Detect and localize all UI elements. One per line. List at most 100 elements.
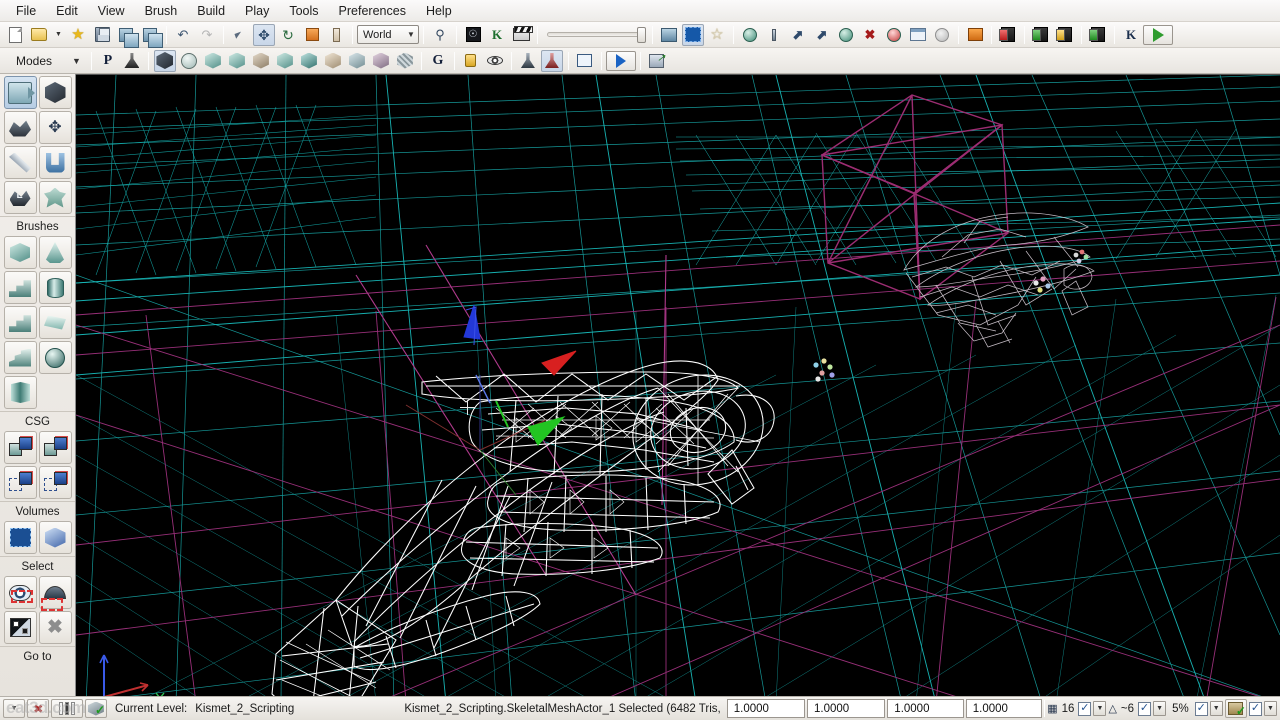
actor-pivot-icon[interactable] (517, 50, 539, 72)
open-recent-dropdown-icon[interactable]: ▼ (52, 24, 65, 46)
geometry-cube3-icon[interactable] (274, 50, 296, 72)
scale-x-field[interactable]: 1.0000 (726, 699, 806, 718)
add-volume-button[interactable] (3, 521, 37, 554)
brush-cone-button[interactable] (38, 236, 72, 269)
camera-speed-slider[interactable] (543, 24, 647, 46)
play-viewport-icon[interactable] (605, 50, 636, 71)
rotation-snap-icon[interactable]: △ (1108, 702, 1116, 715)
select-mode-icon[interactable] (229, 24, 251, 46)
redo-icon[interactable]: ↷ (196, 24, 218, 46)
grid-snap-checkbox[interactable]: ✓ (1078, 701, 1092, 716)
build-ok-icon[interactable]: ✓ (84, 699, 107, 718)
geometry-scaled-icon[interactable] (346, 50, 368, 72)
lock-icon[interactable] (460, 50, 482, 72)
geometry-tool-button[interactable] (38, 76, 72, 109)
brush-cylinder-button[interactable] (38, 271, 72, 304)
path-build-icon[interactable]: ⬈ (787, 24, 809, 46)
csg-deintersect-button[interactable] (38, 466, 72, 499)
geometry-edit-button[interactable] (3, 146, 37, 179)
mode-dropdown-icon[interactable]: ▼ (3, 699, 26, 718)
hide-selected-button[interactable] (38, 576, 72, 611)
brush-box-button[interactable] (3, 236, 37, 269)
menu-brush[interactable]: Brush (135, 2, 188, 20)
csg-add-button[interactable] (3, 431, 37, 464)
disc-icon[interactable] (931, 24, 953, 46)
kismet-icon[interactable]: K (486, 24, 508, 46)
translate-mode-icon[interactable]: ✥ (253, 23, 275, 46)
generic-browser-icon[interactable] (907, 24, 929, 46)
detach-viewport-icon[interactable]: ↗ (646, 50, 668, 72)
scale-mode-icon[interactable] (301, 24, 323, 46)
menu-edit[interactable]: Edit (46, 2, 88, 20)
actor-selected-icon[interactable] (540, 49, 563, 72)
favorite-star-icon[interactable]: ★ (67, 24, 89, 46)
scale-w-field[interactable]: 1.0000 (965, 699, 1043, 718)
geometry-cone-icon[interactable] (202, 50, 224, 72)
favorites-icon[interactable]: ☆ (706, 24, 728, 46)
foliage-button[interactable] (38, 181, 72, 214)
scale-snap-checkbox[interactable]: ✓ (1194, 701, 1208, 716)
content-browser-icon[interactable] (658, 24, 680, 46)
landscape-button[interactable] (3, 181, 37, 214)
menu-view[interactable]: View (88, 2, 135, 20)
no-collision-icon[interactable]: ✖ (27, 699, 50, 718)
pin-icon[interactable] (763, 24, 785, 46)
scale-y-field[interactable]: 1.0000 (807, 699, 886, 718)
geometry-cube4-icon[interactable] (322, 50, 344, 72)
paths-clear-icon[interactable]: ✖ (859, 24, 881, 46)
move-tool-button[interactable]: ✥ (38, 111, 72, 144)
show-selected-button[interactable] (3, 576, 37, 609)
invert-selection-button[interactable] (3, 611, 37, 644)
grid-snap-icon[interactable]: ▦ (1047, 702, 1057, 715)
menu-play[interactable]: Play (235, 2, 279, 20)
csg-subtract-button[interactable] (38, 431, 72, 464)
chevron-down-icon[interactable]: ▼ (66, 56, 87, 66)
rotation-snap-dropdown-icon[interactable]: ▼ (1153, 701, 1167, 716)
autosave-checkbox[interactable]: ✓ (1248, 701, 1262, 716)
lightmap-icon[interactable] (883, 24, 905, 46)
grid-snap-dropdown-icon[interactable]: ▼ (1093, 701, 1107, 716)
geometry-cylinder-icon[interactable] (298, 50, 320, 72)
matinee-icon[interactable] (510, 24, 533, 46)
actor-properties-icon[interactable]: ☉ (462, 24, 484, 46)
brush-spiral-button[interactable] (3, 341, 37, 374)
selection-highlight-icon[interactable] (682, 23, 704, 46)
brush-curved-stairs-button[interactable] (3, 306, 37, 339)
scale-nonuniform-icon[interactable] (325, 24, 347, 46)
menu-tools[interactable]: Tools (279, 2, 328, 20)
path-rebuild-icon[interactable]: ⬈ (811, 24, 833, 46)
geometry-cube2-icon[interactable] (250, 50, 272, 72)
g-toggle-icon[interactable]: G (427, 50, 449, 72)
camera-mode-icon[interactable]: P (97, 50, 119, 72)
menu-build[interactable]: Build (187, 2, 235, 20)
play-mobile-icon[interactable] (1087, 24, 1109, 46)
play-in-editor-icon[interactable] (1030, 24, 1052, 46)
static-mesh-button[interactable] (38, 146, 72, 179)
autosave-icon[interactable]: ✓ (1224, 699, 1247, 718)
scale-snap-dropdown-icon[interactable]: ▼ (1209, 701, 1223, 716)
rotation-snap-checkbox[interactable]: ✓ (1138, 701, 1152, 716)
geometry-mode-icon[interactable] (153, 49, 176, 72)
clear-selection-button[interactable]: ✖ (38, 611, 72, 644)
geometry-sphere-icon[interactable] (178, 50, 200, 72)
volume-cube-button[interactable] (38, 521, 72, 554)
coordinate-system-dropdown[interactable]: World ▼ (357, 25, 419, 44)
menu-file[interactable]: File (6, 2, 46, 20)
geometry-textured-icon[interactable] (394, 50, 416, 72)
brush-sphere-button[interactable] (38, 341, 72, 374)
menu-preferences[interactable]: Preferences (329, 2, 416, 20)
brush-sheet-button[interactable] (38, 306, 72, 339)
undo-icon[interactable]: ↶ (172, 24, 194, 46)
brush-fold-button[interactable] (4, 376, 37, 409)
save-icon[interactable] (91, 24, 113, 46)
build-all-icon[interactable] (997, 24, 1019, 46)
open-folder-icon[interactable] (28, 24, 50, 46)
vertical-split-icon[interactable] (51, 699, 83, 718)
save-all-icon[interactable] (115, 24, 139, 48)
menu-help[interactable]: Help (416, 2, 462, 20)
visibility-icon[interactable] (484, 50, 506, 72)
camera-tool-button[interactable] (3, 76, 37, 109)
fullscreen-icon[interactable] (574, 50, 596, 72)
geometry-cube-icon[interactable] (226, 50, 248, 72)
perspective-wireframe-viewport[interactable] (76, 74, 1280, 696)
